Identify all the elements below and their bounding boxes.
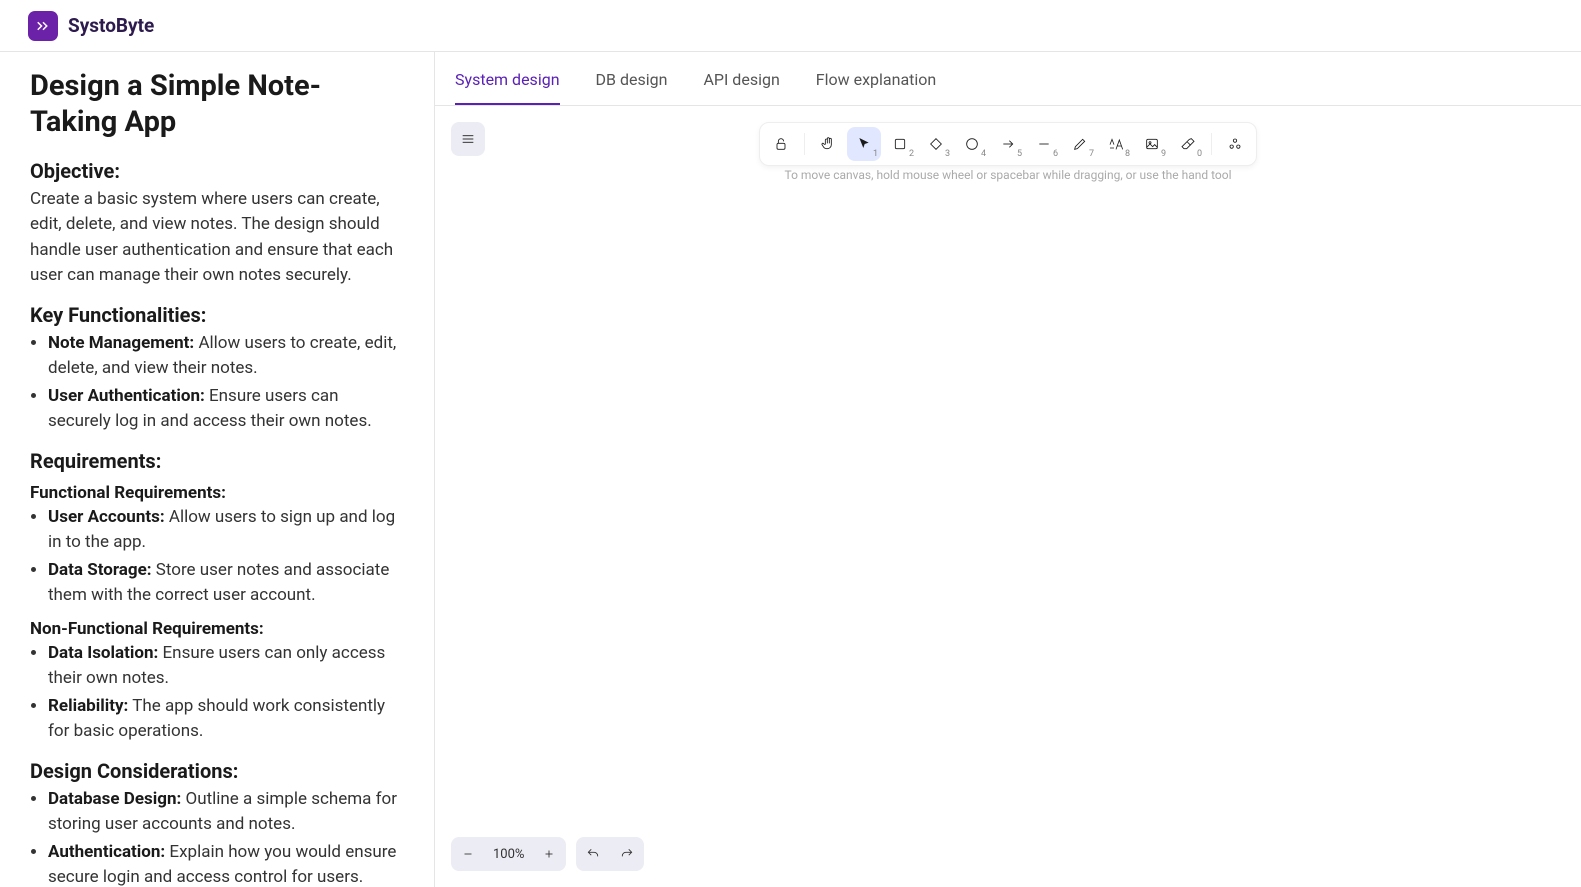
logo-icon[interactable] [28, 11, 58, 41]
line-icon [1036, 136, 1052, 152]
tool-diamond[interactable]: 3 [919, 127, 953, 161]
zoom-in-button[interactable] [532, 837, 566, 871]
canvas-hint: To move canvas, hold mouse wheel or spac… [784, 168, 1231, 182]
history-controls [576, 837, 644, 871]
page-title: Design a Simple Note-Taking App [30, 68, 404, 141]
spec-sidebar: Design a Simple Note-Taking App Objectiv… [0, 52, 435, 887]
list-item: Note Management: Allow users to create, … [48, 331, 404, 382]
list-item: Data Isolation: Ensure users can only ac… [48, 641, 404, 692]
redo-button[interactable] [610, 837, 644, 871]
functional-req-list: User Accounts: Allow users to sign up an… [30, 505, 404, 609]
tab-bar: System design DB design API design Flow … [435, 52, 1581, 106]
separator [804, 133, 805, 155]
nonfunctional-req-heading: Non-Functional Requirements: [30, 619, 404, 639]
rectangle-icon [892, 136, 908, 152]
list-item: Database Design: Outline a simple schema… [48, 787, 404, 838]
list-item: Data Storage: Store user notes and assoc… [48, 558, 404, 609]
tool-text[interactable]: 8 [1099, 127, 1133, 161]
diamond-icon [928, 136, 944, 152]
tab-flow-explanation[interactable]: Flow explanation [816, 70, 936, 105]
eraser-icon [1180, 136, 1196, 152]
tool-more[interactable] [1218, 127, 1252, 161]
requirements-heading: Requirements: [30, 449, 404, 473]
drawing-toolbar: 1 2 3 4 5 [759, 122, 1257, 166]
tool-eraser[interactable]: 0 [1171, 127, 1205, 161]
main-panel: System design DB design API design Flow … [435, 52, 1581, 887]
tool-hand[interactable] [811, 127, 845, 161]
app-header: SystoByte [0, 0, 1581, 52]
undo-button[interactable] [576, 837, 610, 871]
objective-heading: Objective: [30, 159, 404, 183]
pencil-icon [1072, 136, 1088, 152]
zoom-controls: 100% [451, 837, 566, 871]
zoom-out-button[interactable] [451, 837, 485, 871]
list-item: Authentication: Explain how you would en… [48, 840, 404, 887]
plus-icon [542, 847, 556, 861]
tool-arrow[interactable]: 5 [991, 127, 1025, 161]
image-icon [1144, 136, 1160, 152]
selection-icon [856, 136, 872, 152]
key-func-heading: Key Functionalities: [30, 303, 404, 327]
redo-icon [620, 847, 634, 861]
shapes-icon [1227, 136, 1243, 152]
hamburger-icon [460, 131, 476, 147]
text-icon [1108, 136, 1124, 152]
tool-rectangle[interactable]: 2 [883, 127, 917, 161]
nonfunctional-req-list: Data Isolation: Ensure users can only ac… [30, 641, 404, 745]
tab-db-design[interactable]: DB design [596, 70, 668, 105]
list-item: Reliability: The app should work consist… [48, 694, 404, 745]
arrow-icon [1000, 136, 1016, 152]
brand-name: SystoByte [68, 14, 154, 37]
separator [1211, 133, 1212, 155]
tool-ellipse[interactable]: 4 [955, 127, 989, 161]
ellipse-icon [964, 136, 980, 152]
list-item: User Authentication: Ensure users can se… [48, 384, 404, 435]
tool-draw[interactable]: 7 [1063, 127, 1097, 161]
zoom-value[interactable]: 100% [485, 847, 532, 862]
bottom-controls: 100% [451, 837, 644, 871]
list-item: User Accounts: Allow users to sign up an… [48, 505, 404, 556]
tab-api-design[interactable]: API design [703, 70, 779, 105]
canvas[interactable]: 1 2 3 4 5 [435, 106, 1581, 887]
design-cons-list: Database Design: Outline a simple schema… [30, 787, 404, 887]
tool-select[interactable]: 1 [847, 127, 881, 161]
functional-req-heading: Functional Requirements: [30, 483, 404, 503]
tab-system-design[interactable]: System design [455, 70, 560, 105]
objective-body: Create a basic system where users can cr… [30, 187, 404, 289]
key-func-list: Note Management: Allow users to create, … [30, 331, 404, 435]
minus-icon [461, 847, 475, 861]
tool-line[interactable]: 6 [1027, 127, 1061, 161]
undo-icon [586, 847, 600, 861]
tool-image[interactable]: 9 [1135, 127, 1169, 161]
design-cons-heading: Design Considerations: [30, 759, 404, 783]
hand-icon [820, 136, 836, 152]
lock-icon [773, 136, 789, 152]
tool-lock[interactable] [764, 127, 798, 161]
menu-button[interactable] [451, 122, 485, 156]
